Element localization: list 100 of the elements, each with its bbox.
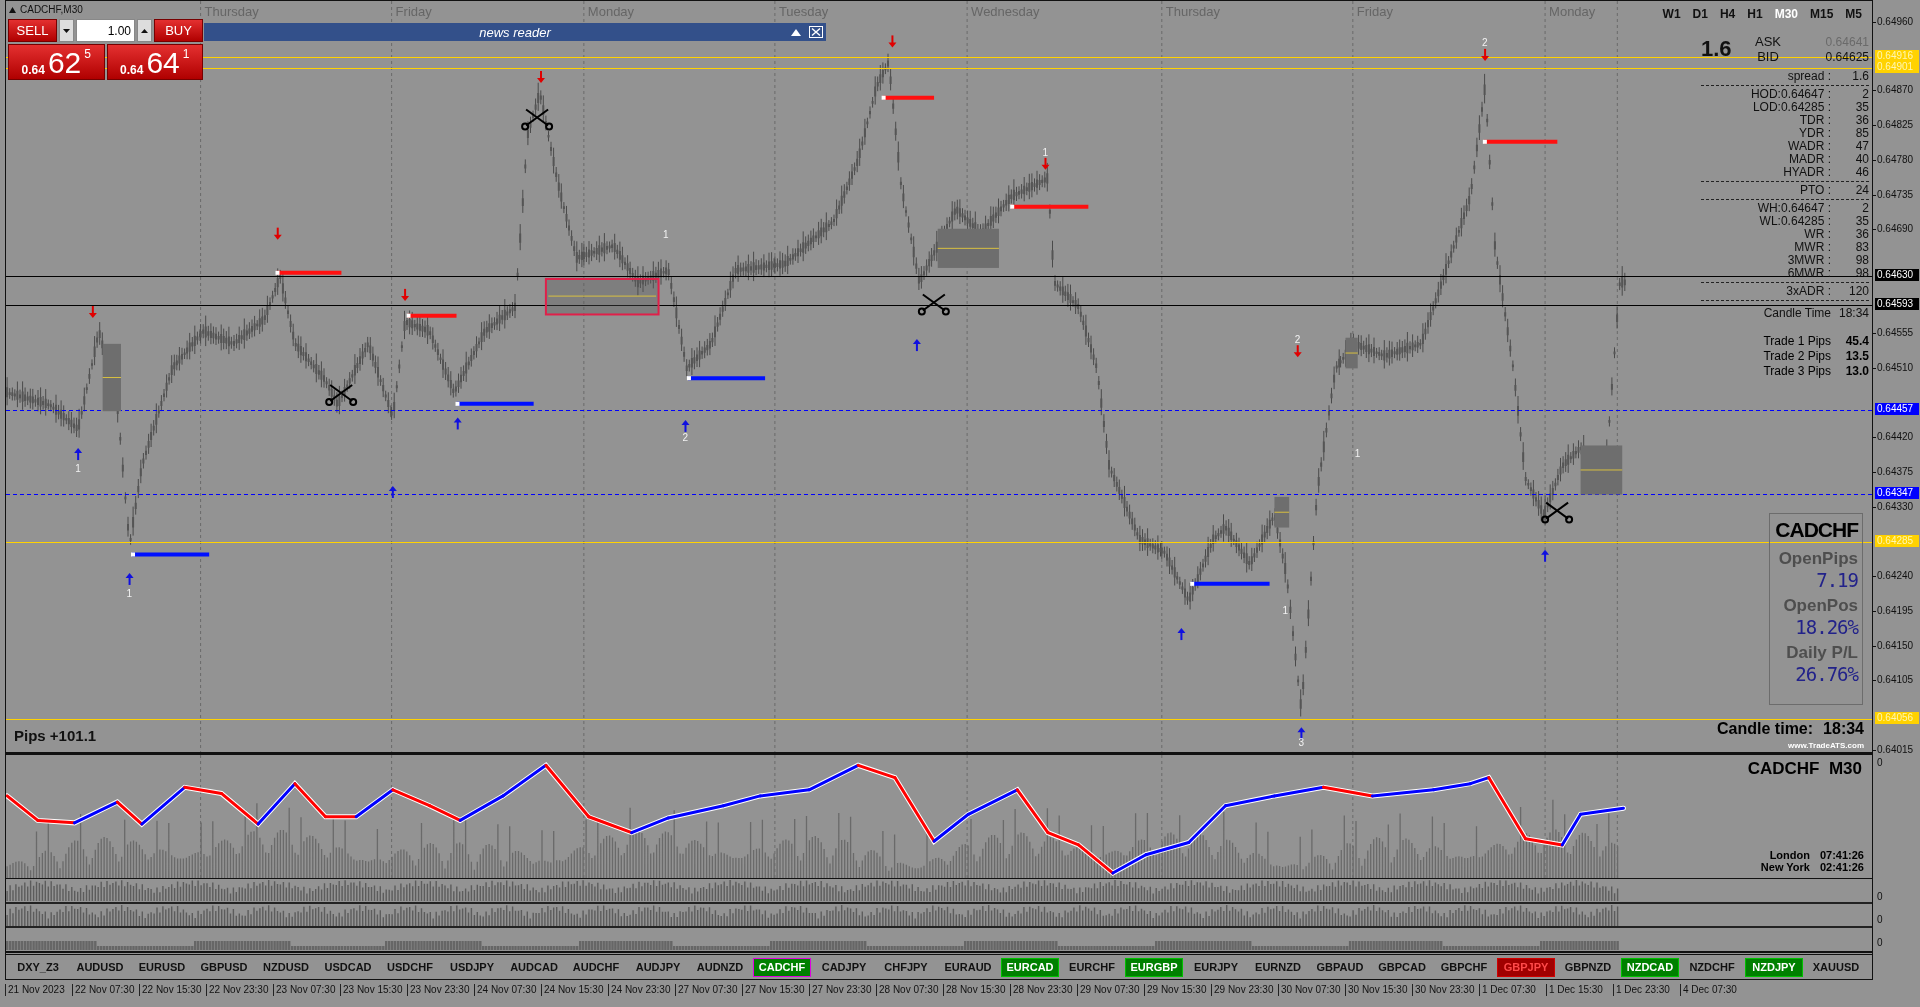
symbol-tab[interactable]: NZDCHF bbox=[1683, 957, 1741, 977]
marker-number: 1 bbox=[75, 462, 81, 474]
info-label: 3xADR : bbox=[1785, 285, 1831, 298]
symbol-tab[interactable]: AUDJPY bbox=[629, 957, 687, 977]
buy-button[interactable]: BUY bbox=[154, 19, 203, 42]
marker-number: 1 bbox=[1354, 448, 1361, 460]
info-label: spread : bbox=[1786, 70, 1831, 83]
symbol-tab[interactable]: GBPAUD bbox=[1311, 957, 1369, 977]
symbol-tab[interactable]: EURAUD bbox=[939, 957, 997, 977]
symbol-tab[interactable]: AUDUSD bbox=[71, 957, 129, 977]
trade-label: Trade 2 Pips bbox=[1762, 349, 1831, 364]
symbol-tab[interactable]: AUDCAD bbox=[505, 957, 563, 977]
info-value: 35 bbox=[1854, 101, 1869, 114]
info-label: WR : bbox=[1803, 228, 1831, 241]
time-label: 21 Nov 2023 bbox=[5, 984, 70, 996]
close-icon[interactable] bbox=[809, 26, 823, 38]
symbol-tab[interactable]: AUDCHF bbox=[567, 957, 625, 977]
clock-city: New York bbox=[1760, 861, 1810, 873]
symbol-tab[interactable]: GBPCAD bbox=[1373, 957, 1431, 977]
symbol-tab[interactable]: NZDCAD bbox=[1621, 957, 1679, 977]
symbol-tab[interactable]: CADCHF bbox=[753, 957, 811, 977]
info-value: 18:34 bbox=[1837, 307, 1869, 320]
symbol-tab[interactable]: EURNZD bbox=[1249, 957, 1307, 977]
info-label: MWR : bbox=[1793, 241, 1831, 254]
symbol-tab[interactable]: EURGBP bbox=[1125, 957, 1183, 977]
panel-toggle-icon[interactable] bbox=[9, 6, 16, 13]
price-label: 0.64150 bbox=[1876, 640, 1915, 652]
scale-label: 0 bbox=[1876, 757, 1884, 769]
up-arrow-icon bbox=[681, 419, 690, 433]
symbol-tab[interactable]: USDCAD bbox=[319, 957, 377, 977]
timeframe-tab[interactable]: D1 bbox=[1692, 7, 1708, 21]
symbol-title: CADCHF bbox=[1775, 518, 1858, 542]
symbol-tab[interactable]: AUDNZD bbox=[691, 957, 749, 977]
trade-level-line bbox=[406, 313, 457, 318]
symbol-tab[interactable]: NZDJPY bbox=[1745, 957, 1803, 977]
scale-label: 0 bbox=[1876, 891, 1884, 903]
symbol-tab[interactable]: GBPCHF bbox=[1435, 957, 1493, 977]
up-arrow-icon bbox=[388, 486, 397, 499]
info-value: 2 bbox=[1861, 202, 1869, 215]
price-label: 0.64375 bbox=[1876, 466, 1915, 478]
timeframe-tab[interactable]: M15 bbox=[1810, 7, 1834, 21]
symbol-tab[interactable]: NZDUSD bbox=[257, 957, 315, 977]
symbol-tab[interactable]: CHFJPY bbox=[877, 957, 935, 977]
sell-button[interactable]: SELL bbox=[8, 19, 57, 42]
time-label: 1 Dec 23:30 bbox=[1613, 984, 1678, 996]
timeframe-tab[interactable]: W1 bbox=[1662, 7, 1681, 21]
down-arrow-icon bbox=[401, 287, 410, 301]
info-value: 46 bbox=[1854, 166, 1869, 179]
info-value: 98 bbox=[1854, 254, 1869, 267]
timeframe-tab[interactable]: H1 bbox=[1747, 7, 1763, 21]
trade-label: Trade 3 Pips bbox=[1762, 364, 1831, 379]
symbol-tab[interactable]: EURJPY bbox=[1187, 957, 1245, 977]
symbol-tab[interactable]: USDJPY bbox=[443, 957, 501, 977]
lot-size-field[interactable]: 1.00 bbox=[76, 19, 135, 42]
up-arrow-icon bbox=[453, 417, 462, 431]
time-label: 30 Nov 23:30 bbox=[1412, 984, 1477, 996]
collapse-icon[interactable] bbox=[791, 28, 801, 36]
time-label: 24 Nov 07:30 bbox=[474, 984, 539, 996]
marker-number: 3 bbox=[1298, 737, 1304, 749]
symbol-tab[interactable]: EURUSD bbox=[133, 957, 191, 977]
clock-city: London bbox=[1768, 849, 1810, 861]
stat-value: 26.76% bbox=[1795, 663, 1858, 685]
info-value: 83 bbox=[1854, 241, 1869, 254]
ask-label: ASK bbox=[1754, 34, 1782, 49]
time-label: 27 Nov 15:30 bbox=[742, 984, 807, 996]
caret-up-icon bbox=[141, 28, 148, 33]
spin-down-button[interactable] bbox=[59, 19, 74, 42]
pips-total: Pips +101.1 bbox=[14, 727, 97, 744]
timeframe-tab[interactable]: M5 bbox=[1845, 7, 1862, 21]
symbol-tab[interactable]: EURCHF bbox=[1063, 957, 1121, 977]
up-arrow-icon bbox=[74, 448, 83, 462]
time-label: 23 Nov 07:30 bbox=[273, 984, 338, 996]
symbol-tab[interactable]: EURCAD bbox=[1001, 957, 1059, 977]
info-value: 40 bbox=[1854, 153, 1869, 166]
down-arrow-icon bbox=[1481, 47, 1490, 61]
range-box bbox=[937, 228, 1000, 268]
timeframe-tab[interactable]: H4 bbox=[1719, 7, 1736, 21]
time-label: 22 Nov 23:30 bbox=[206, 984, 271, 996]
down-arrow-icon bbox=[537, 69, 545, 83]
scissors-icon bbox=[917, 293, 950, 316]
range-box bbox=[1345, 337, 1359, 369]
symbol-tab[interactable]: XAUUSD bbox=[1807, 957, 1865, 977]
info-value: 36 bbox=[1854, 228, 1869, 241]
spin-up-button[interactable] bbox=[137, 19, 152, 42]
stat-label: OpenPips bbox=[1778, 549, 1858, 569]
time-label: 22 Nov 07:30 bbox=[72, 984, 137, 996]
time-label: 28 Nov 07:30 bbox=[876, 984, 941, 996]
symbol-tab[interactable]: USDCHF bbox=[381, 957, 439, 977]
trade-level-line bbox=[881, 95, 935, 100]
price-label: 0.64420 bbox=[1876, 431, 1915, 443]
price-level-tag: 0.64593 bbox=[1875, 298, 1919, 310]
up-arrow-icon bbox=[1541, 549, 1550, 563]
stat-label: OpenPos bbox=[1783, 596, 1858, 616]
info-value: 24 bbox=[1854, 184, 1869, 197]
symbol-tab[interactable]: CADJPY bbox=[815, 957, 873, 977]
time-label: 28 Nov 15:30 bbox=[943, 984, 1008, 996]
info-label: LOD:0.64285 : bbox=[1751, 101, 1831, 114]
symbol-tab[interactable]: GBPNZD bbox=[1559, 957, 1617, 977]
symbol-tab[interactable]: GBPUSD bbox=[195, 957, 253, 977]
symbol-tab[interactable]: DXY_Z3 bbox=[9, 957, 67, 977]
